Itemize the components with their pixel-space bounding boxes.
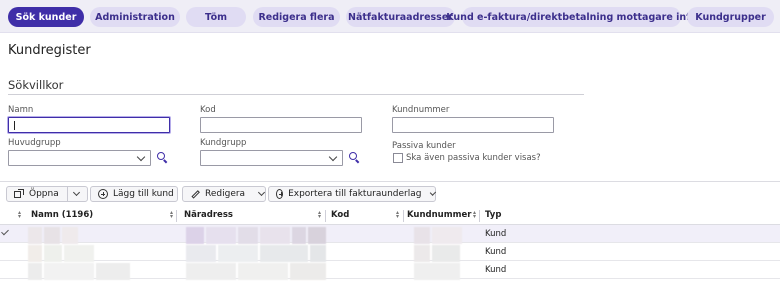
cell-typ: Kund: [485, 229, 507, 239]
top-tab-bar: Sök kunder Administration Töm Redigera f…: [0, 0, 780, 33]
column-header-kundnummer[interactable]: Kundnummer: [407, 210, 471, 220]
huvudgrupp-select[interactable]: [8, 150, 151, 166]
open-button[interactable]: Öppna: [6, 186, 88, 202]
tab-redigera-flera[interactable]: Redigera flera: [253, 7, 340, 27]
namn-input[interactable]: [8, 117, 170, 133]
kundgrupp-label: Kundgrupp: [200, 138, 247, 148]
add-customer-button[interactable]: Lägg till kund: [90, 186, 178, 202]
sort-icon[interactable]: ▴ ▾: [318, 210, 321, 220]
column-header-naradress[interactable]: Näradress: [184, 210, 233, 220]
export-label: Exportera till fakturaunderlag: [288, 189, 422, 199]
column-header-kod[interactable]: Kod: [331, 210, 349, 220]
chevron-down-icon[interactable]: [430, 189, 437, 196]
tab-tom[interactable]: Töm: [186, 7, 246, 27]
add-icon: [98, 189, 108, 199]
tab-administration[interactable]: Administration: [90, 7, 180, 27]
kod-input[interactable]: [200, 117, 362, 133]
kod-label: Kod: [200, 105, 216, 115]
search-icon[interactable]: [349, 152, 360, 164]
search-icon[interactable]: [157, 152, 168, 164]
kundgrupp-select[interactable]: [200, 150, 343, 166]
column-header-typ[interactable]: Typ: [485, 210, 501, 220]
sort-icon[interactable]: ▴ ▾: [396, 210, 399, 220]
edit-button[interactable]: Redigera: [182, 186, 266, 202]
section-title-sokvillkor: Sökvillkor: [8, 78, 64, 92]
tab-kund-efaktura[interactable]: Kund e-faktura/direktbetalning mottagare…: [446, 7, 697, 27]
passiva-checkbox-label[interactable]: Ska även passiva kunder visas?: [406, 153, 541, 163]
add-label: Lägg till kund: [113, 189, 174, 199]
passiva-checkbox[interactable]: [393, 153, 403, 163]
table-row[interactable]: Kund: [0, 225, 780, 243]
open-icon: [14, 189, 24, 199]
passiva-kunder-label: Passiva kunder: [392, 141, 456, 151]
sort-icon[interactable]: ▴ ▾: [170, 210, 173, 220]
sort-icon[interactable]: ▴ ▾: [18, 210, 21, 220]
text-caret: [14, 121, 15, 130]
chevron-down-icon: [328, 152, 338, 162]
cell-typ: Kund: [485, 265, 507, 275]
edit-icon: [190, 189, 200, 199]
open-label: Öppna: [29, 189, 59, 199]
kundnummer-label: Kundnummer: [392, 105, 450, 115]
kundnummer-input[interactable]: [392, 117, 554, 133]
check-icon: [1, 227, 9, 236]
edit-label: Redigera: [205, 189, 246, 199]
tab-kundgrupper[interactable]: Kundgrupper: [687, 7, 774, 27]
huvudgrupp-label: Huvudgrupp: [8, 138, 61, 148]
cell-typ: Kund: [485, 247, 507, 257]
export-icon: [276, 189, 284, 199]
chevron-down-icon[interactable]: [72, 188, 80, 197]
namn-label: Namn: [8, 105, 34, 115]
table-header: ▴ ▾ Namn (1196) ▴ ▾ Näradress ▴ ▾ Kod ▴ ▾ Ku…: [0, 207, 780, 225]
tab-sok-kunder[interactable]: Sök kunder: [8, 7, 84, 27]
export-button[interactable]: Exportera till fakturaunderlag: [268, 186, 437, 202]
column-header-namn[interactable]: Namn (1196): [31, 210, 93, 220]
page-title: Kundregister: [8, 43, 91, 58]
sort-icon[interactable]: ▴ ▾: [473, 210, 476, 220]
section-divider: [8, 94, 584, 95]
tab-natfakturaadresser[interactable]: Nätfakturaadresser: [346, 7, 455, 27]
chevron-down-icon[interactable]: [258, 188, 266, 197]
table-row[interactable]: Kund: [0, 243, 780, 261]
chevron-down-icon: [136, 152, 146, 162]
